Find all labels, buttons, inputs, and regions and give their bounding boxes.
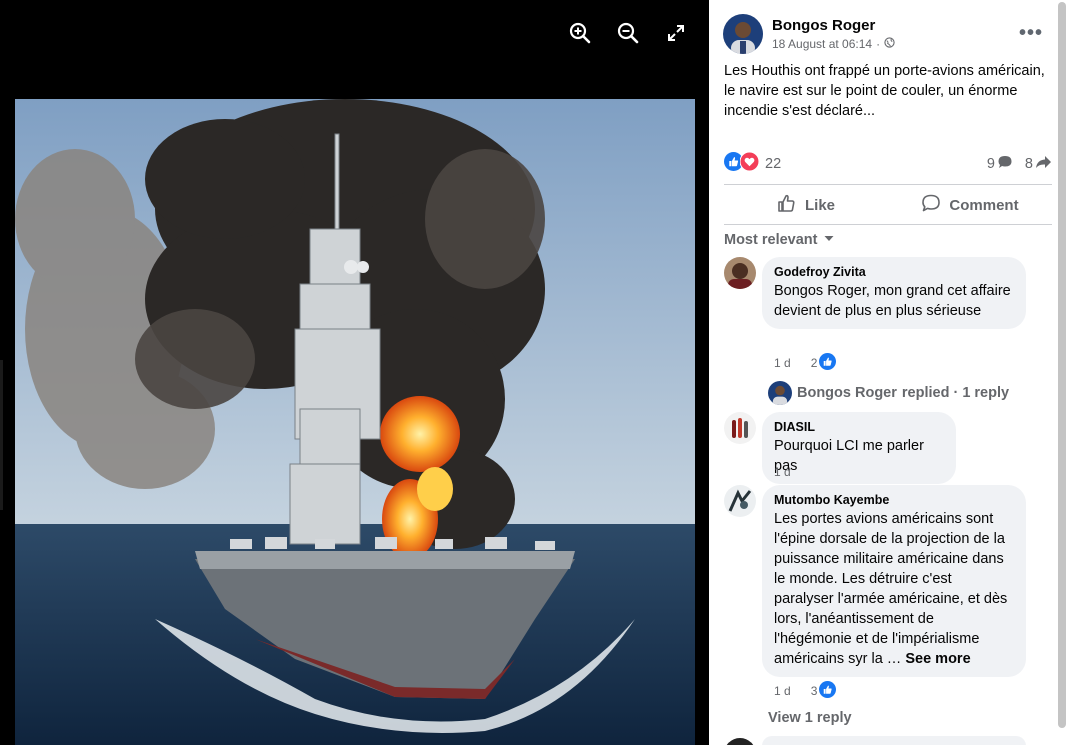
comment-item: Mutombo Kayembe Les portes avions améric… [724, 485, 1026, 677]
comment-bubble: DIASIL Pourquoi LCI me parler pas [762, 412, 956, 484]
comment-meta: 1 d 2 [774, 353, 837, 373]
reply-author: Bongos Roger [797, 385, 897, 401]
viewer-edge [0, 360, 3, 510]
reply-avatar [768, 381, 792, 405]
reactions-bar: 22 9 8 [724, 151, 1052, 175]
reply-suffix: replied · 1 reply [901, 385, 1010, 401]
comment-age[interactable]: 1 d [774, 684, 791, 698]
post-photo[interactable] [15, 99, 695, 745]
like-count-value: 3 [810, 684, 818, 698]
like-count-value: 2 [810, 356, 818, 370]
share-count[interactable]: 8 [1025, 154, 1052, 174]
comment-text: Bongos Roger, mon grand cet affaire devi… [774, 283, 1011, 319]
divider-bottom [724, 224, 1052, 225]
post-header: Bongos Roger 18 August at 06:14 · [723, 14, 895, 54]
viewer-toolbar [567, 20, 689, 46]
photo-viewer [0, 0, 709, 745]
commenter-name[interactable]: Mutombo Kayembe [774, 493, 1014, 507]
post-text: Les Houthis ont frappé un porte-avions a… [724, 63, 1045, 119]
love-reaction-icon [739, 151, 760, 175]
caret-down-icon [823, 232, 835, 248]
zoom-out-icon[interactable] [615, 20, 641, 46]
like-badge-icon [819, 353, 837, 373]
comment-text: Pourquoi LCI me parler pas [774, 438, 924, 474]
post-meta: 18 August at 06:14 · [772, 37, 895, 51]
action-bar: Like Comment [724, 186, 1052, 224]
more-options-button[interactable]: ••• [1019, 22, 1043, 45]
scrollbar[interactable] [1058, 2, 1066, 728]
comment-count-value: 9 [986, 155, 995, 172]
fullscreen-icon[interactable] [663, 20, 689, 46]
next-comment-bubble [762, 736, 1026, 745]
view-replies-link[interactable]: View 1 reply [768, 710, 852, 726]
comment-meta: 1 d 3 [774, 681, 837, 701]
sort-label: Most relevant [724, 232, 818, 248]
comment-label: Comment [949, 196, 1019, 214]
commenter-name[interactable]: DIASIL [774, 420, 944, 434]
comment-count[interactable]: 9 [987, 154, 1013, 174]
share-count-value: 8 [1024, 155, 1033, 172]
commenter-avatar[interactable] [724, 485, 756, 517]
comment-text: Les portes avions américains sont l'épin… [774, 509, 1014, 669]
comment-like-count[interactable]: 3 [811, 681, 837, 701]
comment-bubble: Mutombo Kayembe Les portes avions améric… [762, 485, 1026, 677]
comment-age[interactable]: 1 d [774, 465, 791, 479]
comment-sort-dropdown[interactable]: Most relevant [724, 232, 835, 248]
post-timestamp[interactable]: 18 August at 06:14 [772, 37, 872, 51]
zoom-in-icon[interactable] [567, 20, 593, 46]
comment-age[interactable]: 1 d [774, 356, 791, 370]
thumbs-up-icon [777, 193, 797, 217]
commenter-avatar[interactable] [724, 412, 756, 444]
comment-bubble-icon [997, 154, 1013, 174]
reply-summary[interactable]: Bongos Roger replied · 1 reply [768, 381, 1009, 405]
commenter-name[interactable]: Godefroy Zivita [774, 265, 1014, 279]
commenter-avatar[interactable] [724, 257, 756, 289]
comment-text-body: Les portes avions américains sont l'épin… [774, 511, 1008, 667]
globe-icon [884, 37, 895, 51]
engagement-counts: 9 8 [987, 154, 1052, 174]
comment-item: DIASIL Pourquoi LCI me parler pas [724, 412, 956, 484]
like-label: Like [804, 196, 835, 214]
meta-separator: · [876, 37, 881, 51]
next-comment-avatar [724, 738, 756, 745]
share-arrow-icon [1035, 154, 1052, 174]
author-name[interactable]: Bongos Roger [772, 17, 895, 34]
comment-button[interactable]: Comment [888, 186, 1052, 224]
comment-item: Godefroy Zivita Bongos Roger, mon grand … [724, 257, 1026, 329]
comment-icon [921, 193, 941, 217]
reaction-count[interactable]: 22 [765, 156, 781, 172]
comment-like-count[interactable]: 2 [811, 353, 837, 373]
comment-meta: 1 d [774, 465, 791, 479]
like-button[interactable]: Like [724, 186, 888, 224]
divider-top [724, 184, 1052, 185]
comment-bubble: Godefroy Zivita Bongos Roger, mon grand … [762, 257, 1026, 329]
post-panel: Bongos Roger 18 August at 06:14 · ••• Le… [709, 0, 1069, 745]
reaction-icons[interactable] [724, 151, 760, 175]
see-more-link[interactable]: See more [905, 651, 970, 667]
like-badge-icon [819, 681, 837, 701]
author-avatar[interactable] [723, 14, 763, 54]
